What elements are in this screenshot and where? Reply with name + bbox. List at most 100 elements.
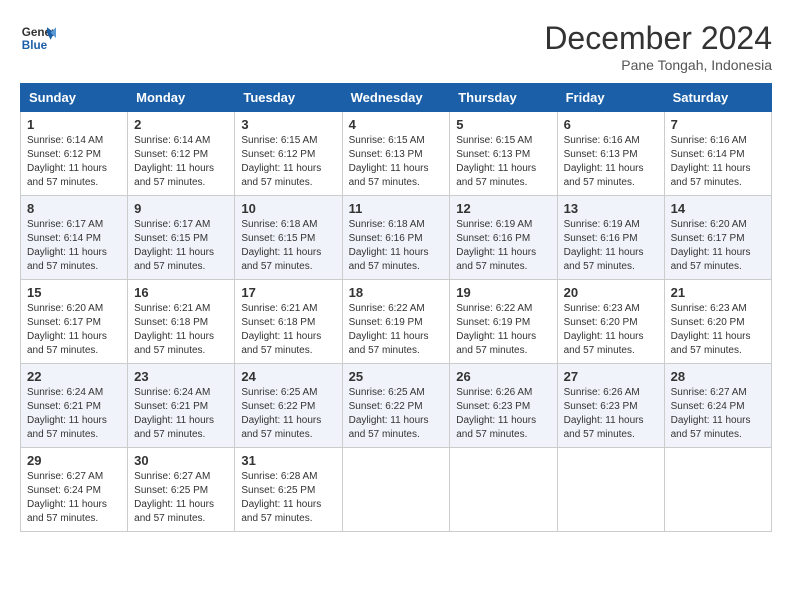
table-row: 1Sunrise: 6:14 AM Sunset: 6:12 PM Daylig… [21, 112, 128, 196]
day-number: 29 [27, 453, 121, 468]
table-row: 19 Sunrise: 6:22 AM Sunset: 6:19 PM Dayli… [450, 280, 557, 364]
logo-icon: General Blue [20, 20, 56, 56]
page-header: General Blue December 2024 Pane Tongah, … [20, 20, 772, 73]
day-number: 13 [564, 201, 658, 216]
day-number: 15 [27, 285, 121, 300]
day-info: Sunrise: 6:18 AM Sunset: 6:16 PM Dayligh… [349, 219, 429, 272]
day-number: 18 [349, 285, 444, 300]
day-number: 20 [564, 285, 658, 300]
day-number: 3 [241, 117, 335, 132]
table-row: 18 Sunrise: 6:22 AM Sunset: 6:19 PM Dayli… [342, 280, 450, 364]
table-row: 6 Sunrise: 6:16 AM Sunset: 6:13 PM Daylig… [557, 112, 664, 196]
day-info: Sunrise: 6:16 AM Sunset: 6:14 PM Dayligh… [671, 135, 751, 188]
day-number: 14 [671, 201, 765, 216]
svg-text:Blue: Blue [22, 39, 48, 52]
table-row: 11Sunrise: 6:18 AM Sunset: 6:16 PM Dayli… [342, 196, 450, 280]
table-row: 20 Sunrise: 6:23 AM Sunset: 6:20 PM Dayli… [557, 280, 664, 364]
day-number: 26 [456, 369, 550, 384]
table-row: 13 Sunrise: 6:19 AM Sunset: 6:16 PM Dayli… [557, 196, 664, 280]
table-row: 23 Sunrise: 6:24 AM Sunset: 6:21 PM Dayli… [128, 364, 235, 448]
day-info: Sunrise: 6:24 AM Sunset: 6:21 PM Dayligh… [27, 387, 107, 440]
day-info: Sunrise: 6:21 AM Sunset: 6:18 PM Dayligh… [241, 303, 321, 356]
col-wednesday: Wednesday [342, 84, 450, 112]
table-row: 5Sunrise: 6:15 AM Sunset: 6:13 PM Daylig… [450, 112, 557, 196]
table-row: 4Sunrise: 6:15 AM Sunset: 6:13 PM Daylig… [342, 112, 450, 196]
day-info: Sunrise: 6:27 AM Sunset: 6:24 PM Dayligh… [27, 471, 107, 524]
table-row: 12Sunrise: 6:19 AM Sunset: 6:16 PM Dayli… [450, 196, 557, 280]
calendar-header-row: Sunday Monday Tuesday Wednesday Thursday… [21, 84, 772, 112]
day-info: Sunrise: 6:15 AM Sunset: 6:12 PM Dayligh… [241, 135, 321, 188]
table-row: 14 Sunrise: 6:20 AM Sunset: 6:17 PM Dayli… [664, 196, 771, 280]
table-row: 25 Sunrise: 6:25 AM Sunset: 6:22 PM Dayli… [342, 364, 450, 448]
location-subtitle: Pane Tongah, Indonesia [544, 57, 772, 73]
day-info: Sunrise: 6:15 AM Sunset: 6:13 PM Dayligh… [349, 135, 429, 188]
table-row [664, 448, 771, 532]
col-thursday: Thursday [450, 84, 557, 112]
day-number: 17 [241, 285, 335, 300]
day-info: Sunrise: 6:17 AM Sunset: 6:15 PM Dayligh… [134, 219, 214, 272]
day-info: Sunrise: 6:20 AM Sunset: 6:17 PM Dayligh… [27, 303, 107, 356]
calendar-week-row: 22 Sunrise: 6:24 AM Sunset: 6:21 PM Dayli… [21, 364, 772, 448]
day-number: 25 [349, 369, 444, 384]
table-row [557, 448, 664, 532]
day-number: 10 [241, 201, 335, 216]
table-row: 30 Sunrise: 6:27 AM Sunset: 6:25 PM Dayli… [128, 448, 235, 532]
table-row: 10Sunrise: 6:18 AM Sunset: 6:15 PM Dayli… [235, 196, 342, 280]
day-number: 28 [671, 369, 765, 384]
month-title: December 2024 [544, 20, 772, 57]
day-number: 22 [27, 369, 121, 384]
table-row: 9 Sunrise: 6:17 AM Sunset: 6:15 PM Daylig… [128, 196, 235, 280]
day-info: Sunrise: 6:26 AM Sunset: 6:23 PM Dayligh… [564, 387, 644, 440]
day-info: Sunrise: 6:23 AM Sunset: 6:20 PM Dayligh… [671, 303, 751, 356]
day-info: Sunrise: 6:22 AM Sunset: 6:19 PM Dayligh… [349, 303, 429, 356]
table-row: 29 Sunrise: 6:27 AM Sunset: 6:24 PM Dayli… [21, 448, 128, 532]
table-row: 31Sunrise: 6:28 AM Sunset: 6:25 PM Dayli… [235, 448, 342, 532]
day-info: Sunrise: 6:25 AM Sunset: 6:22 PM Dayligh… [241, 387, 321, 440]
day-number: 30 [134, 453, 228, 468]
day-info: Sunrise: 6:19 AM Sunset: 6:16 PM Dayligh… [564, 219, 644, 272]
day-info: Sunrise: 6:23 AM Sunset: 6:20 PM Dayligh… [564, 303, 644, 356]
day-info: Sunrise: 6:27 AM Sunset: 6:25 PM Dayligh… [134, 471, 214, 524]
day-number: 23 [134, 369, 228, 384]
table-row: 2Sunrise: 6:14 AM Sunset: 6:12 PM Daylig… [128, 112, 235, 196]
table-row: 22 Sunrise: 6:24 AM Sunset: 6:21 PM Dayli… [21, 364, 128, 448]
day-number: 8 [27, 201, 121, 216]
day-number: 12 [456, 201, 550, 216]
day-number: 9 [134, 201, 228, 216]
calendar-week-row: 29 Sunrise: 6:27 AM Sunset: 6:24 PM Dayli… [21, 448, 772, 532]
day-info: Sunrise: 6:21 AM Sunset: 6:18 PM Dayligh… [134, 303, 214, 356]
day-info: Sunrise: 6:20 AM Sunset: 6:17 PM Dayligh… [671, 219, 751, 272]
day-info: Sunrise: 6:22 AM Sunset: 6:19 PM Dayligh… [456, 303, 536, 356]
calendar-table: Sunday Monday Tuesday Wednesday Thursday… [20, 83, 772, 532]
table-row [342, 448, 450, 532]
table-row: 16 Sunrise: 6:21 AM Sunset: 6:18 PM Dayli… [128, 280, 235, 364]
day-number: 27 [564, 369, 658, 384]
table-row: 26 Sunrise: 6:26 AM Sunset: 6:23 PM Dayli… [450, 364, 557, 448]
day-number: 19 [456, 285, 550, 300]
day-number: 16 [134, 285, 228, 300]
table-row: 17 Sunrise: 6:21 AM Sunset: 6:18 PM Dayli… [235, 280, 342, 364]
day-info: Sunrise: 6:24 AM Sunset: 6:21 PM Dayligh… [134, 387, 214, 440]
day-number: 6 [564, 117, 658, 132]
day-info: Sunrise: 6:26 AM Sunset: 6:23 PM Dayligh… [456, 387, 536, 440]
table-row: 28 Sunrise: 6:27 AM Sunset: 6:24 PM Dayli… [664, 364, 771, 448]
day-info: Sunrise: 6:14 AM Sunset: 6:12 PM Dayligh… [134, 135, 214, 188]
table-row: 3 Sunrise: 6:15 AM Sunset: 6:12 PM Daylig… [235, 112, 342, 196]
day-number: 21 [671, 285, 765, 300]
day-number: 7 [671, 117, 765, 132]
calendar-week-row: 8Sunrise: 6:17 AM Sunset: 6:14 PM Daylig… [21, 196, 772, 280]
day-number: 1 [27, 117, 121, 132]
title-block: December 2024 Pane Tongah, Indonesia [544, 20, 772, 73]
table-row: 7 Sunrise: 6:16 AM Sunset: 6:14 PM Daylig… [664, 112, 771, 196]
col-monday: Monday [128, 84, 235, 112]
table-row: 15 Sunrise: 6:20 AM Sunset: 6:17 PM Dayli… [21, 280, 128, 364]
day-info: Sunrise: 6:28 AM Sunset: 6:25 PM Dayligh… [241, 471, 321, 524]
col-friday: Friday [557, 84, 664, 112]
table-row: 8Sunrise: 6:17 AM Sunset: 6:14 PM Daylig… [21, 196, 128, 280]
table-row: 21 Sunrise: 6:23 AM Sunset: 6:20 PM Dayli… [664, 280, 771, 364]
day-number: 24 [241, 369, 335, 384]
day-info: Sunrise: 6:16 AM Sunset: 6:13 PM Dayligh… [564, 135, 644, 188]
table-row: 27 Sunrise: 6:26 AM Sunset: 6:23 PM Dayli… [557, 364, 664, 448]
day-info: Sunrise: 6:25 AM Sunset: 6:22 PM Dayligh… [349, 387, 429, 440]
day-info: Sunrise: 6:27 AM Sunset: 6:24 PM Dayligh… [671, 387, 751, 440]
